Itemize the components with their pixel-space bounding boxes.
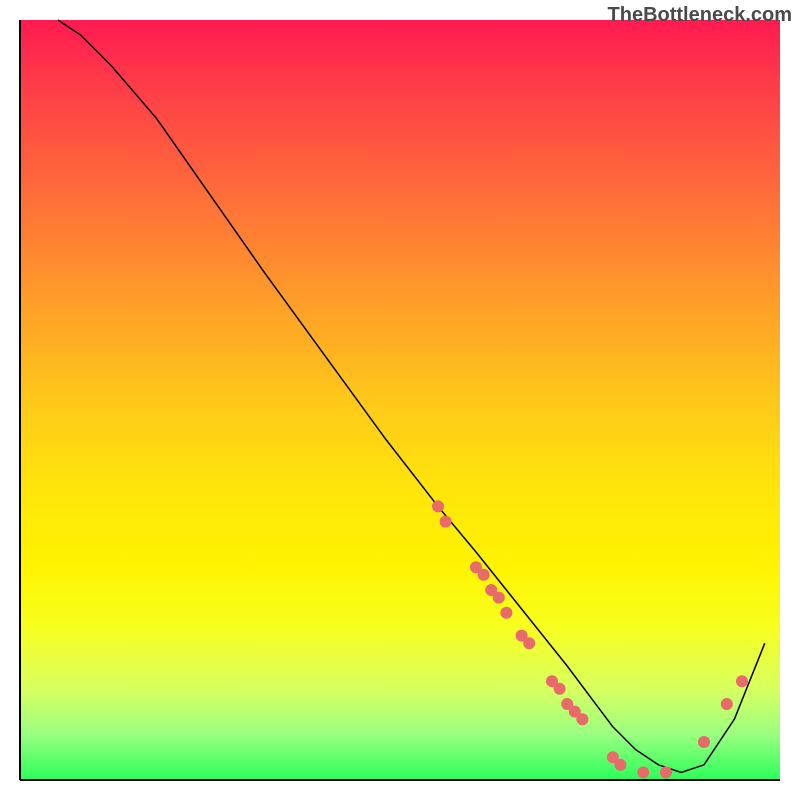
data-point [698,736,710,748]
axes [20,20,780,780]
bottleneck-curve [58,20,765,772]
data-point [637,766,649,778]
data-point [432,500,444,512]
chart-svg [0,0,800,800]
data-point [736,675,748,687]
data-point [523,637,535,649]
data-point [660,766,672,778]
data-point [576,713,588,725]
watermark-text: TheBottleneck.com [608,4,792,27]
data-point [440,516,452,528]
data-point [721,698,733,710]
data-point [500,607,512,619]
data-points [432,500,748,778]
data-point [478,569,490,581]
data-point [554,683,566,695]
data-point [614,759,626,771]
data-point [493,592,505,604]
